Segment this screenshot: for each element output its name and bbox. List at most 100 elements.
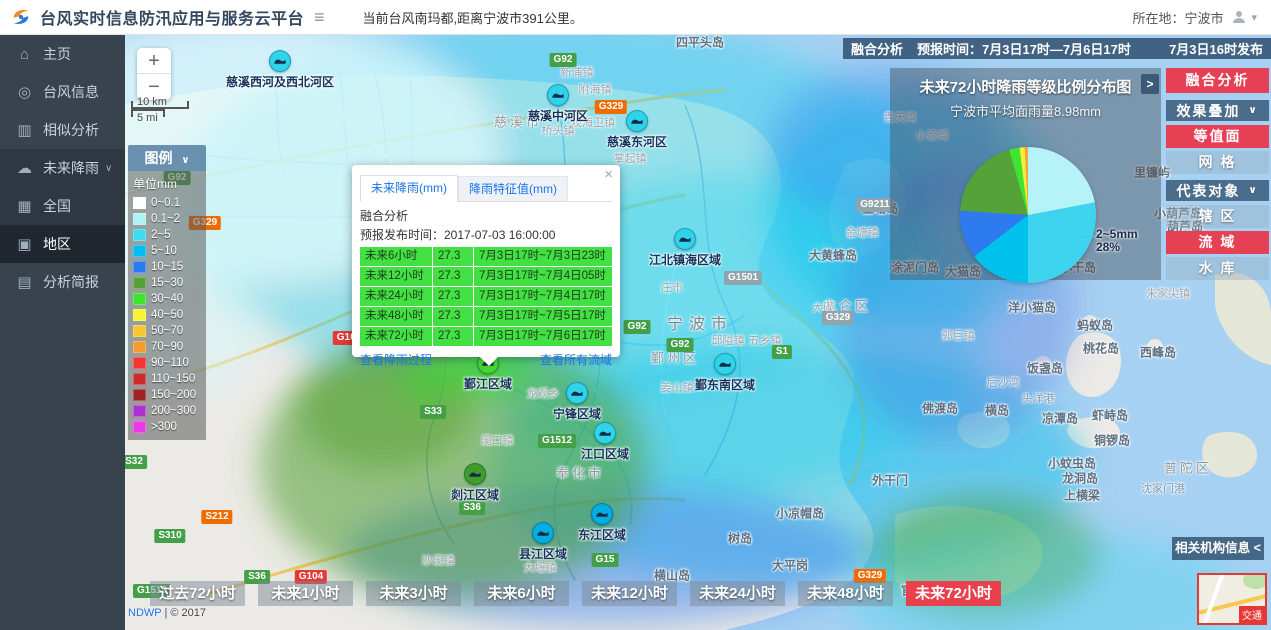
wave-icon <box>570 386 584 400</box>
sidebar-item[interactable]: ▤ 分析简报 <box>0 263 125 301</box>
table-row: 未来48小时 27.3 7月3日17时~7月5日17时 <box>360 307 612 326</box>
view-all-basins-link[interactable]: 查看所有流域 <box>540 351 612 368</box>
ndwp-link[interactable]: NDWP <box>128 607 161 619</box>
sidebar-item[interactable]: ▦ 全国 <box>0 187 125 225</box>
sidebar-item[interactable]: ⌂ 主页 <box>0 35 125 73</box>
represent-option-button[interactable]: 水 库 <box>1166 257 1269 280</box>
basin-marker-icon[interactable] <box>532 522 554 544</box>
time-range-button[interactable]: 过去72小时 <box>150 581 245 606</box>
forecast-info-bar: 融合分析 预报时间：7月3日17时—7月6日17时 7月3日16时发布 <box>843 38 1271 59</box>
view-rain-process-link[interactable]: 查看降雨过程 <box>360 351 432 368</box>
legend-item: 50~70 <box>133 323 201 339</box>
popup-tabs: 未来降雨(mm) 降雨特征值(mm) <box>360 175 612 202</box>
basin-marker-icon[interactable] <box>591 503 613 525</box>
row-time-range: 7月3日17时~7月6日17时 <box>474 327 612 346</box>
legend-item: 15~30 <box>133 275 201 291</box>
pie-slice-callout: 2~5mm 28% <box>1096 228 1138 254</box>
scale-km: 10 km <box>131 101 189 109</box>
fusion-analysis-button[interactable]: 融合分析 <box>1166 68 1269 93</box>
basin-marker-icon[interactable] <box>566 382 588 404</box>
legend-range-label: 40~50 <box>151 309 183 321</box>
time-range-button[interactable]: 未来3小时 <box>366 581 461 606</box>
legend-item: 30~40 <box>133 291 201 307</box>
table-row: 未来24小时 27.3 7月3日17时~7月4日17时 <box>360 287 612 306</box>
rain-detail-popup: × 未来降雨(mm) 降雨特征值(mm) 融合分析 预报发布时间：2017-07… <box>352 165 620 357</box>
time-range-bar: 过去72小时 未来1小时 未来3小时 未来6小时 未来12小时 未来24小时 未… <box>150 581 1001 606</box>
time-range-button[interactable]: 未来12小时 <box>582 581 677 606</box>
road-number-badge: G9211 <box>856 198 893 212</box>
legend-title: 图例 <box>144 150 172 166</box>
basin-marker-label: 剡江区域 <box>451 486 499 503</box>
legend-color-swatch <box>133 389 146 401</box>
time-range-button[interactable]: 未来48小时 <box>798 581 893 606</box>
sidebar-item-label: 地区 <box>43 234 71 254</box>
sidebar-item-icon: ▣ <box>16 235 33 253</box>
popup-tab[interactable]: 未来降雨(mm) <box>360 175 458 202</box>
legend-header[interactable]: 图例 ∨ <box>128 145 206 171</box>
overlay-option-button[interactable]: 网 格 <box>1166 151 1269 174</box>
pie-chart-title: 未来72小时降雨等级比例分布图 <box>890 76 1161 97</box>
represent-object-header[interactable]: 代表对象 ∨ <box>1166 180 1269 201</box>
road-number-badge: G1501 <box>724 271 762 285</box>
user-menu-caret-icon[interactable]: ▾ <box>1251 11 1257 24</box>
basin-marker: 江北镇海区域 <box>649 228 721 268</box>
panel-expand-button[interactable]: > <box>1141 74 1159 94</box>
overlay-effect-header[interactable]: 效果叠加 ∨ <box>1166 100 1269 121</box>
time-range-button[interactable]: 未来72小时 <box>906 581 1001 606</box>
fusion-analysis-label: 融合分析 <box>851 39 903 58</box>
basin-marker-icon[interactable] <box>269 50 291 72</box>
user-icon[interactable] <box>1231 9 1247 25</box>
rain-pie-chart <box>960 147 1096 283</box>
zoom-in-button[interactable]: + <box>137 48 171 74</box>
popup-issued-time: 预报发布时间：2017-07-03 16:00:00 <box>360 226 612 243</box>
basin-marker-icon[interactable] <box>674 228 696 250</box>
basin-marker-icon[interactable] <box>626 110 648 132</box>
pie-chart-subtitle: 宁波市平均面雨量8.98mm <box>890 101 1161 120</box>
menu-toggle-icon[interactable]: ≡ <box>314 7 325 28</box>
basin-marker: 慈溪东河区 <box>607 110 667 150</box>
time-range-button[interactable]: 未来24小时 <box>690 581 785 606</box>
row-time-range: 7月3日17时~7月4日05时 <box>474 267 612 286</box>
time-range-button[interactable]: 未来1小时 <box>258 581 353 606</box>
basin-marker-label: 江北镇海区域 <box>649 251 721 268</box>
legend-item: 5~10 <box>133 243 201 259</box>
close-icon[interactable]: × <box>604 168 613 182</box>
represent-option-button[interactable]: 辖 区 <box>1166 205 1269 228</box>
wave-icon <box>595 507 609 521</box>
basin-marker: 江口区域 <box>581 422 629 462</box>
popup-tab[interactable]: 降雨特征值(mm) <box>458 176 568 201</box>
row-rain-value: 27.3 <box>433 247 473 266</box>
sidebar-item-icon: ▦ <box>16 197 33 215</box>
related-agency-button[interactable]: 相关机构信息 < <box>1172 537 1264 560</box>
sidebar-item[interactable]: ▣ 地区 <box>0 225 125 263</box>
basin-marker-icon[interactable] <box>594 422 616 444</box>
wave-icon <box>536 526 550 540</box>
basin-marker-icon[interactable] <box>547 84 569 106</box>
forecast-period-label: 预报时间：7月3日17时—7月6日17时 <box>917 39 1169 58</box>
minimap-thumbnail[interactable]: 交通 <box>1197 573 1267 625</box>
legend-item: 10~15 <box>133 259 201 275</box>
sidebar-item[interactable]: ☁ 未来降雨 ∨ <box>0 149 125 187</box>
basin-marker: 慈溪西河及西北河区 <box>226 50 334 90</box>
legend-color-swatch <box>133 341 146 353</box>
basin-marker-icon[interactable] <box>714 353 736 375</box>
chevron-down-icon: ∨ <box>181 155 189 166</box>
legend-color-swatch <box>133 229 146 241</box>
map-canvas[interactable]: 宁波市 慈溪市 鄞州区 北仑区 奉化市 普陀区 四平头岛 金塘岛 金塘镇 大黄蜂… <box>125 35 1271 630</box>
basin-marker: 慈溪中河区 <box>528 84 588 124</box>
sidebar-item[interactable]: ▥ 相似分析 <box>0 111 125 149</box>
wave-icon <box>718 357 732 371</box>
road-number-badge: G15 <box>592 553 619 567</box>
legend-range-label: 200~300 <box>151 405 196 417</box>
sidebar-nav: ⌂ 主页 ◎ 台风信息 ▥ 相似分析 ☁ 未来降雨 ∨ ▦ 全国 ▣ <box>0 35 125 630</box>
represent-option-button[interactable]: 流 域 <box>1166 231 1269 254</box>
wave-icon <box>598 426 612 440</box>
time-range-button[interactable]: 未来6小时 <box>474 581 569 606</box>
wave-icon <box>273 54 287 68</box>
basin-marker: 县江区域 <box>519 522 567 562</box>
rain-distribution-panel: 未来72小时降雨等级比例分布图 宁波市平均面雨量8.98mm > 2~5mm 2… <box>890 68 1161 280</box>
overlay-option-button[interactable]: 等值面 <box>1166 125 1269 148</box>
sidebar-item[interactable]: ◎ 台风信息 <box>0 73 125 111</box>
legend-item: 70~90 <box>133 339 201 355</box>
basin-marker-icon[interactable] <box>464 463 486 485</box>
